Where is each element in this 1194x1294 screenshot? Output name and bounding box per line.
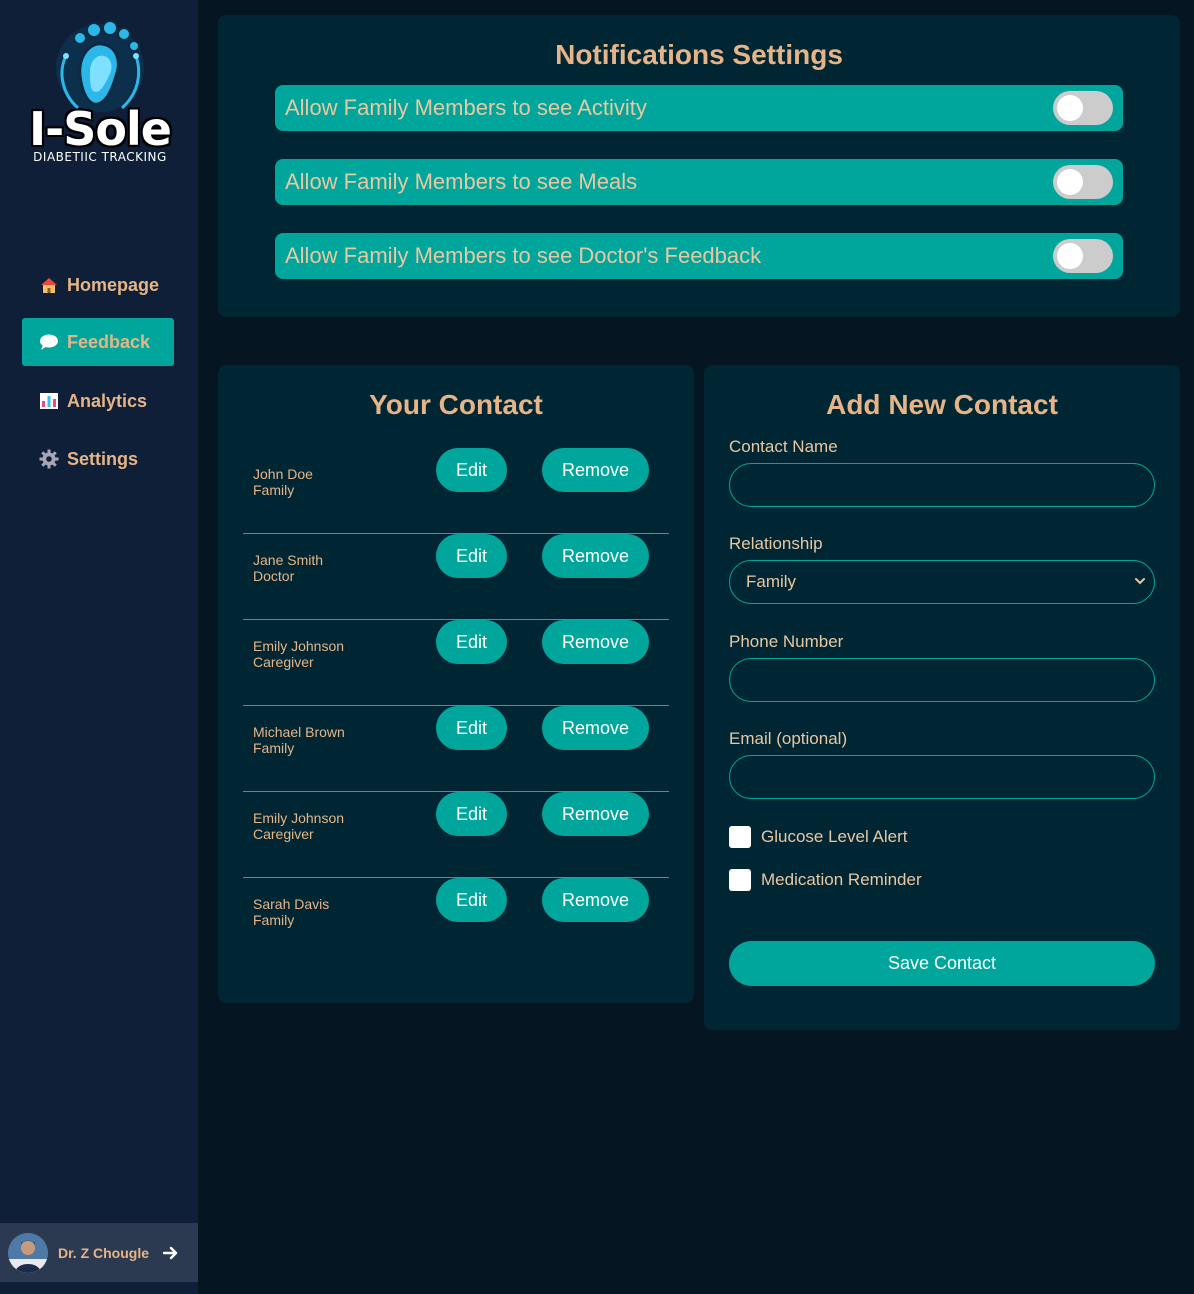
contact-info: Sarah Davis Family [253,896,329,928]
medication-reminder-option[interactable]: Medication Reminder [729,869,922,891]
nav-label-feedback: Feedback [67,331,151,352]
sidebar: I-Sole DIABETIIC TRACKING Homepage Feedb… [0,0,198,1294]
contacts-panel: Your Contact John Doe Family Edit Remove… [218,365,694,1003]
brand-name: I-Sole [29,102,172,156]
relationship-selected-value: Family [746,572,797,591]
remove-button[interactable]: Remove [542,448,649,492]
remove-button[interactable]: Remove [542,878,649,922]
logout-button[interactable] [163,1246,179,1260]
contact-relationship: Doctor [253,568,295,584]
contact-info: Jane Smith Doctor [253,552,323,584]
edit-button[interactable]: Edit [436,706,507,750]
medication-reminder-checkbox[interactable] [729,869,751,891]
contact-info: Emily Johnson Caregiver [253,638,344,670]
gear-icon [39,449,59,469]
toggle-label-doctor-feedback: Allow Family Members to see Doctor's Fee… [285,243,762,268]
phone-number-input[interactable] [729,658,1155,702]
remove-button[interactable]: Remove [542,620,649,664]
add-contact-panel: Add New Contact Contact Name Relationshi… [704,365,1180,1030]
speech-bubble-icon [39,333,59,351]
toggle-label-activity: Allow Family Members to see Activity [285,95,647,120]
contact-info: John Doe Family [253,466,313,498]
glucose-alert-label: Glucose Level Alert [761,827,908,846]
contact-row: Sarah Davis Family Edit Remove [243,878,669,964]
edit-button[interactable]: Edit [436,448,507,492]
contact-row: Michael Brown Family Edit Remove [243,706,669,792]
toggle-switch-activity[interactable] [1053,91,1113,125]
brand-tagline: DIABETIIC TRACKING [33,150,167,164]
toggle-row-meals: Allow Family Members to see Meals [275,159,1123,205]
notifications-panel: Notifications Settings Allow Family Memb… [218,15,1180,317]
save-contact-button[interactable]: Save Contact [729,941,1155,986]
contact-row: Emily Johnson Caregiver Edit Remove [243,620,669,706]
relationship-label: Relationship [729,534,823,553]
email-input[interactable] [729,755,1155,799]
edit-button[interactable]: Edit [436,620,507,664]
toggle-switch-doctor-feedback[interactable] [1053,239,1113,273]
glucose-alert-checkbox[interactable] [729,826,751,848]
toggle-label-meals: Allow Family Members to see Meals [285,169,638,194]
nav-label-settings: Settings [67,448,139,469]
glucose-alert-option[interactable]: Glucose Level Alert [729,826,907,848]
contact-row: Jane Smith Doctor Edit Remove [243,534,669,620]
toggle-row-doctor-feedback: Allow Family Members to see Doctor's Fee… [275,233,1123,279]
email-label: Email (optional) [729,729,848,748]
nav-item-settings[interactable]: Settings [22,435,174,483]
toggle-switch-meals[interactable] [1053,165,1113,199]
remove-button[interactable]: Remove [542,706,649,750]
contact-relationship: Family [253,740,295,756]
contact-info: Michael Brown Family [253,724,345,756]
home-icon [39,276,59,294]
chevron-down-icon [1135,578,1145,585]
contact-relationship: Family [253,912,295,928]
medication-reminder-label: Medication Reminder [761,870,922,889]
nav-label-analytics: Analytics [67,390,148,411]
relationship-select[interactable]: Family [729,560,1155,604]
contact-relationship: Caregiver [253,654,314,670]
contact-name: John Doe [253,466,313,482]
switch-knob [1057,169,1083,195]
edit-button[interactable]: Edit [436,792,507,836]
contact-name: Emily Johnson [253,810,345,826]
toggle-row-activity: Allow Family Members to see Activity [275,85,1123,131]
add-contact-title: Add New Contact [826,389,1058,420]
contact-name-label: Contact Name [729,437,838,456]
avatar[interactable] [8,1232,48,1273]
contact-relationship: Caregiver [253,826,314,842]
edit-button[interactable]: Edit [436,534,507,578]
user-name: Dr. Z Chougle [58,1244,149,1261]
contact-name: Jane Smith [253,552,324,568]
nav-label-homepage: Homepage [67,274,160,295]
contact-row: John Doe Family Edit Remove [243,448,669,534]
remove-button[interactable]: Remove [542,792,649,836]
contact-name: Sarah Davis [253,896,330,912]
brand-logo[interactable]: I-Sole DIABETIIC TRACKING [18,16,182,170]
contact-name-input[interactable] [729,463,1155,507]
arrow-right-icon [163,1246,178,1259]
switch-knob [1057,243,1083,269]
phone-number-label: Phone Number [729,632,844,651]
bar-chart-icon [39,392,59,410]
contact-info: Emily Johnson Caregiver [253,810,344,842]
contact-name: Michael Brown [253,724,345,740]
nav-item-analytics[interactable]: Analytics [22,377,174,425]
contact-name: Emily Johnson [253,638,345,654]
nav-item-homepage[interactable]: Homepage [22,261,174,309]
user-profile-bar: Dr. Z Chougle [0,1223,198,1282]
remove-button[interactable]: Remove [542,534,649,578]
switch-knob [1057,95,1083,121]
contact-relationship: Family [253,482,295,498]
notifications-title: Notifications Settings [555,39,843,70]
contact-row: Emily Johnson Caregiver Edit Remove [243,792,669,878]
nav-item-feedback[interactable]: Feedback [22,318,174,366]
contacts-title: Your Contact [369,389,543,420]
edit-button[interactable]: Edit [436,878,507,922]
footprint-icon [56,20,144,112]
